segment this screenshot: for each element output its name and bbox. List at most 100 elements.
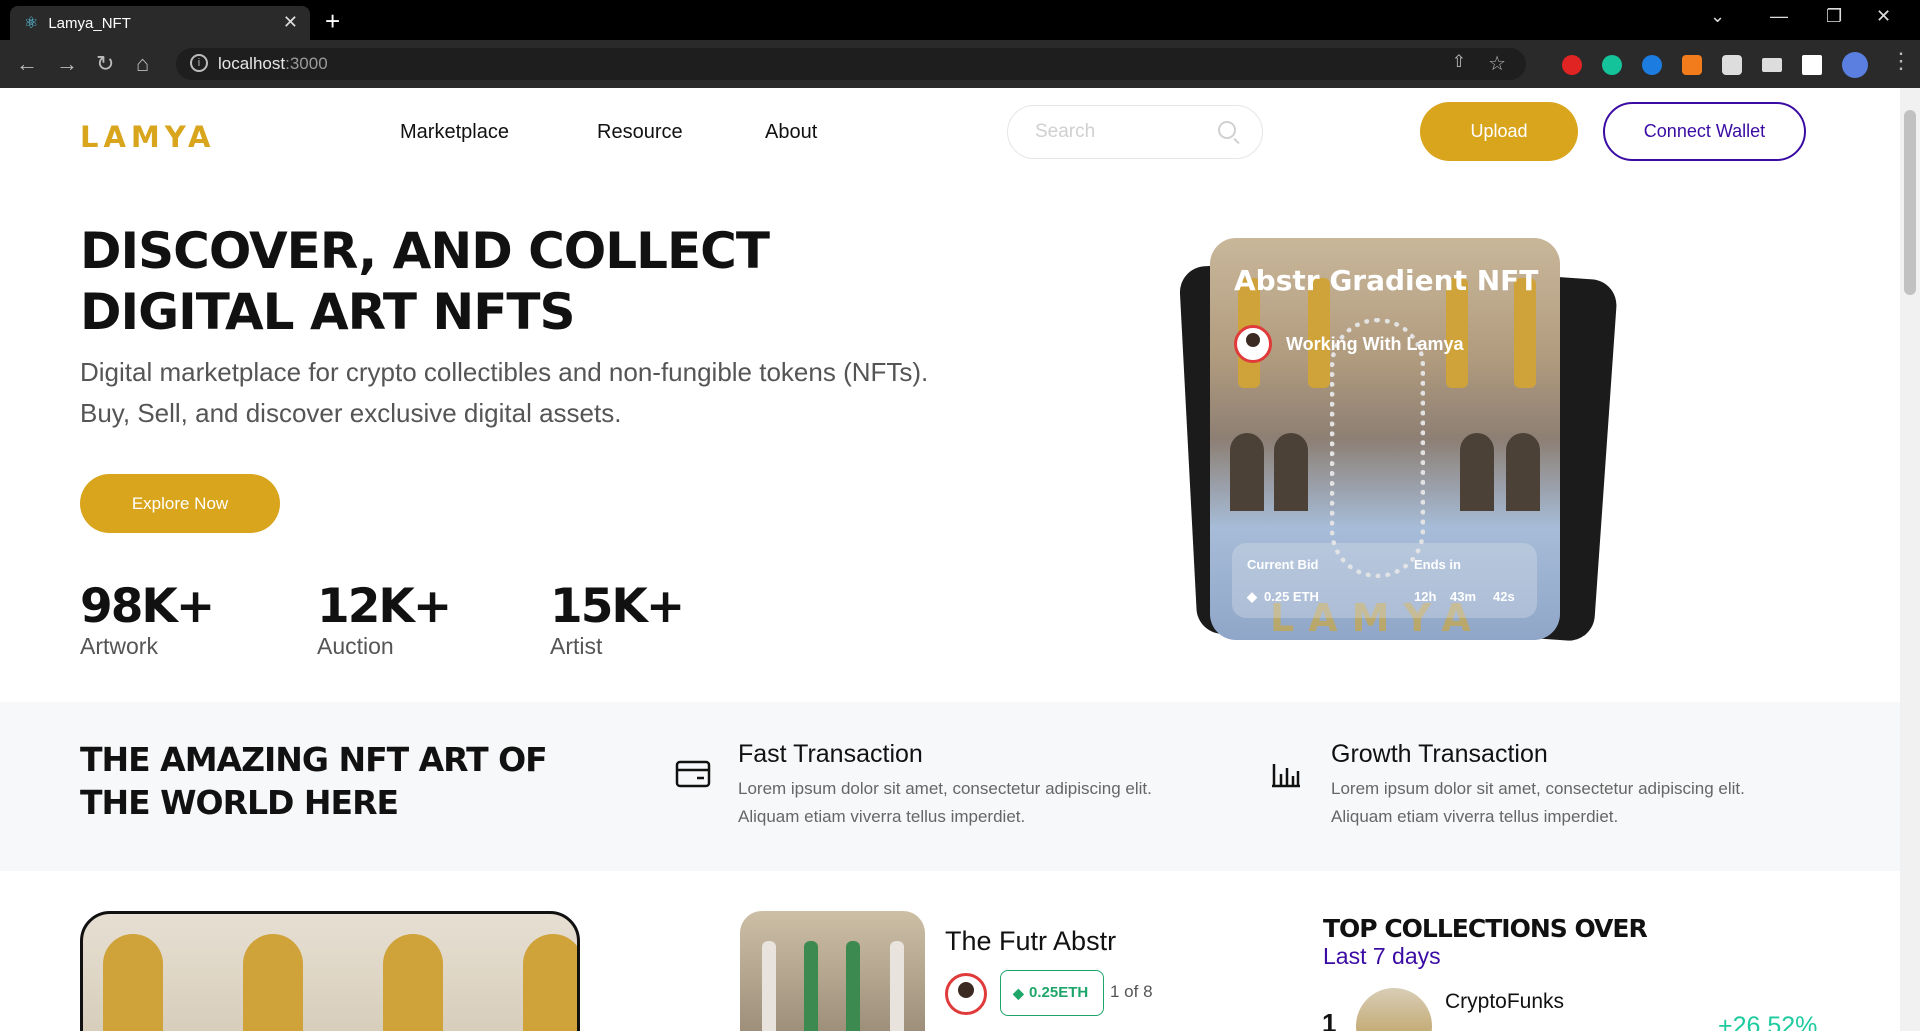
connect-wallet-button[interactable]: Connect Wallet bbox=[1603, 102, 1806, 161]
artwork-art bbox=[523, 934, 577, 1031]
listing-thumbnail[interactable] bbox=[740, 911, 925, 1031]
menu-item-about[interactable]: About bbox=[765, 121, 817, 144]
card-art bbox=[1330, 318, 1425, 578]
card-icon bbox=[675, 760, 711, 788]
featured-artwork-image[interactable] bbox=[80, 911, 580, 1031]
stat-value: 98K+ bbox=[80, 579, 215, 634]
feature-text-line-2: Aliquam etiam viverra tellus imperdiet. bbox=[738, 807, 1026, 826]
extensions-puzzle-icon[interactable] bbox=[1722, 55, 1742, 75]
scrollbar-thumb[interactable] bbox=[1904, 110, 1916, 295]
features-title-line-1: THE AMAZING NFT ART OF bbox=[80, 740, 548, 779]
listing-edition: 1 of 8 bbox=[1110, 982, 1153, 1001]
artwork-art bbox=[383, 934, 443, 1031]
menu-item-marketplace[interactable]: Marketplace bbox=[400, 121, 509, 144]
stat-auction: 12K+ Auction bbox=[317, 581, 452, 660]
thumbnail-art bbox=[804, 941, 818, 1031]
features-title-line-2: THE WORLD HERE bbox=[80, 783, 399, 822]
page-scrollbar[interactable] bbox=[1900, 88, 1920, 1031]
new-tab-icon[interactable]: + bbox=[325, 6, 340, 37]
search-placeholder: Search bbox=[1035, 121, 1096, 142]
reload-icon[interactable]: ↻ bbox=[96, 51, 114, 77]
tab-close-icon[interactable]: ✕ bbox=[283, 12, 298, 33]
url-host: localhost bbox=[218, 54, 286, 73]
feature-title: Growth Transaction bbox=[1331, 740, 1548, 768]
card-art bbox=[1460, 433, 1494, 511]
artwork-art bbox=[243, 934, 303, 1031]
listing-title[interactable]: The Futr Abstr bbox=[945, 926, 1116, 957]
browser-tab-strip: ⚛ Lamya_NFT ✕ + ⌄ — ❐ ✕ bbox=[0, 0, 1920, 40]
card-title: Abstr Gradient NFT bbox=[1234, 264, 1539, 297]
hero-title-line-1: DISCOVER, AND COLLECT bbox=[80, 222, 770, 280]
stat-label: Artist bbox=[550, 633, 603, 659]
card-art bbox=[1274, 433, 1308, 511]
shazam-icon[interactable] bbox=[1642, 55, 1662, 75]
featured-nft-card[interactable]: Abstr Gradient NFT Working With Lamya LA… bbox=[1210, 238, 1560, 640]
hero-subtitle-line-2: Buy, Sell, and discover exclusive digita… bbox=[80, 398, 622, 428]
explore-now-button[interactable]: Explore Now bbox=[80, 474, 280, 533]
minimize-icon[interactable]: — bbox=[1770, 6, 1788, 27]
collection-avatar[interactable] bbox=[1356, 988, 1432, 1031]
media-queue-icon[interactable] bbox=[1762, 58, 1782, 72]
eth-icon: ◆ bbox=[1247, 589, 1257, 604]
side-panel-icon[interactable] bbox=[1802, 55, 1822, 75]
bookmark-star-icon[interactable]: ☆ bbox=[1488, 51, 1506, 76]
countdown-minutes: 43m bbox=[1450, 589, 1477, 604]
share-icon[interactable]: ⇧ bbox=[1452, 52, 1466, 72]
hero-subtitle: Digital marketplace for crypto collectib… bbox=[80, 352, 980, 434]
feature-text-line-1: Lorem ipsum dolor sit amet, consectetur … bbox=[1331, 779, 1745, 798]
collection-change: +26.52% bbox=[1718, 1012, 1818, 1031]
hero-subtitle-line-1: Digital marketplace for crypto collectib… bbox=[80, 357, 929, 387]
stat-value: 15K+ bbox=[550, 579, 685, 634]
countdown-hours: 12h bbox=[1414, 589, 1437, 604]
stat-label: Auction bbox=[317, 633, 394, 659]
feature-text-line-1: Lorem ipsum dolor sit amet, consectetur … bbox=[738, 779, 1152, 798]
feature-text: Lorem ipsum dolor sit amet, consectetur … bbox=[738, 775, 1152, 831]
top-collections-period[interactable]: Last 7 days bbox=[1323, 943, 1441, 970]
ends-in-label: Ends in bbox=[1414, 557, 1461, 572]
back-icon[interactable]: ← bbox=[16, 51, 38, 77]
feature-title: Fast Transaction bbox=[738, 740, 923, 768]
hero-title: DISCOVER, AND COLLECT DIGITAL ART NFTS bbox=[80, 221, 770, 343]
tab-search-icon[interactable]: ⌄ bbox=[1710, 6, 1725, 27]
feature-fast-transaction: Fast Transaction Lorem ipsum dolor sit a… bbox=[738, 740, 1152, 831]
metamask-icon[interactable] bbox=[1682, 55, 1702, 75]
browser-menu-icon[interactable]: ⋮ bbox=[1890, 48, 1912, 74]
feature-growth-transaction: Growth Transaction Lorem ipsum dolor sit… bbox=[1331, 740, 1745, 831]
extension-icon[interactable] bbox=[1562, 55, 1582, 75]
chart-icon bbox=[1272, 764, 1300, 788]
artwork-art bbox=[103, 934, 163, 1031]
search-input[interactable]: Search bbox=[1007, 105, 1263, 159]
current-bid-value: 0.25 ETH bbox=[1264, 589, 1319, 604]
profile-avatar[interactable] bbox=[1842, 52, 1868, 78]
browser-toolbar: ← → ↻ ⌂ i localhost:3000 ⇧ ☆ ⋮ bbox=[0, 40, 1920, 88]
grammarly-icon[interactable] bbox=[1602, 55, 1622, 75]
search-icon[interactable] bbox=[1218, 121, 1236, 139]
stat-artist: 15K+ Artist bbox=[550, 579, 685, 660]
thumbnail-art bbox=[890, 941, 904, 1031]
current-bid-label: Current Bid bbox=[1247, 557, 1319, 572]
collection-rank: 1 bbox=[1322, 1008, 1337, 1031]
restore-icon[interactable]: ❐ bbox=[1826, 6, 1842, 27]
stat-label: Artwork bbox=[80, 633, 158, 659]
thumbnail-art bbox=[846, 941, 860, 1031]
address-bar[interactable]: i localhost:3000 ⇧ ☆ bbox=[176, 48, 1526, 80]
upload-button[interactable]: Upload bbox=[1420, 102, 1578, 161]
collection-name[interactable]: CryptoFunks bbox=[1445, 990, 1564, 1014]
forward-icon[interactable]: → bbox=[56, 51, 78, 77]
site-info-icon[interactable]: i bbox=[190, 54, 208, 72]
site-logo[interactable]: LAMYA bbox=[80, 120, 215, 154]
browser-tab[interactable]: ⚛ Lamya_NFT ✕ bbox=[10, 6, 310, 40]
home-icon[interactable]: ⌂ bbox=[136, 51, 149, 77]
top-collections-title: TOP COLLECTIONS OVER bbox=[1323, 914, 1648, 943]
stat-artwork: 98K+ Artwork bbox=[80, 579, 215, 660]
bid-panel: Current Bid ◆ 0.25 ETH Ends in 12h 43m 4… bbox=[1232, 543, 1537, 618]
features-section: THE AMAZING NFT ART OF THE WORLD HERE Fa… bbox=[0, 702, 1900, 871]
owner-avatar bbox=[1234, 325, 1272, 363]
thumbnail-art bbox=[762, 941, 776, 1031]
menu-item-resource[interactable]: Resource bbox=[597, 121, 683, 144]
url-port: :3000 bbox=[285, 54, 328, 73]
feature-text: Lorem ipsum dolor sit amet, consectetur … bbox=[1331, 775, 1745, 831]
listing-price: 0.25ETH bbox=[1000, 970, 1104, 1016]
creator-avatar[interactable] bbox=[945, 973, 987, 1015]
window-close-icon[interactable]: ✕ bbox=[1876, 6, 1891, 27]
